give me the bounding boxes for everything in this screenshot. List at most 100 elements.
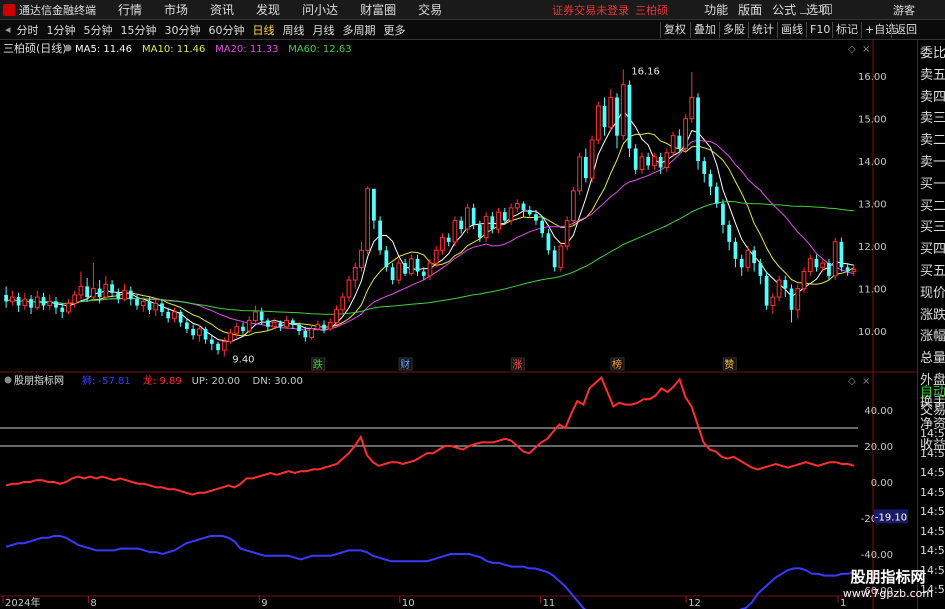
- ma-line-ma20: [5, 139, 855, 331]
- candle-body: [191, 328, 195, 336]
- quote-label-13: 涨幅: [920, 329, 945, 345]
- candle-body: [564, 220, 570, 247]
- main-ytick-label-5: 15.00: [858, 115, 887, 126]
- candle-body: [839, 241, 844, 268]
- candle-body: [78, 285, 84, 296]
- watermark-title: 股朋指标网: [850, 568, 926, 586]
- candle-body: [427, 262, 433, 277]
- candle-body: [620, 84, 626, 137]
- tick-time-5: 14:56: [920, 524, 945, 538]
- candle-body: [452, 220, 458, 243]
- candle-body: [278, 322, 283, 327]
- main-ytick-label-2: 12.00: [858, 242, 887, 253]
- candle-body: [54, 301, 58, 308]
- candle-body: [322, 324, 326, 329]
- candle-body: [639, 156, 645, 171]
- candle-body: [290, 320, 295, 325]
- candle-body: [203, 328, 208, 340]
- ma-line-ma60: [5, 200, 854, 315]
- candle-body: [166, 311, 171, 319]
- candle-body: [259, 311, 264, 321]
- candle-body: [147, 301, 152, 310]
- x-tick-label-5: 12: [688, 598, 701, 609]
- candle-body: [22, 298, 28, 307]
- candle-body: [216, 343, 220, 351]
- tick-time-4: 14:56: [920, 505, 945, 518]
- candle-body: [714, 186, 719, 204]
- candle-body: [185, 322, 189, 329]
- candle-body: [91, 288, 96, 298]
- candle-body: [140, 300, 146, 307]
- candle-body: [595, 105, 601, 141]
- main-legend-title: 三柏硕(日线): [3, 41, 67, 55]
- quote-label-5: 卖一: [920, 155, 945, 170]
- ind-legend-gear-icon: [4, 376, 12, 384]
- candle-body: [60, 307, 65, 312]
- candle-body: [820, 262, 826, 268]
- candle-body: [670, 135, 676, 154]
- candle-body: [408, 258, 414, 275]
- candle-body: [758, 263, 763, 276]
- x-tick-label-1: 8: [90, 598, 96, 609]
- candle-body: [365, 188, 371, 251]
- candle-body: [702, 161, 707, 174]
- ind-ytick-label-0: 40.00: [864, 406, 893, 417]
- candle-body: [415, 258, 420, 272]
- candle-body: [297, 324, 301, 332]
- candle-body: [683, 118, 688, 149]
- candle-body: [384, 250, 389, 268]
- quote-label-9: 买四: [920, 242, 945, 258]
- ma-line-ma5: [5, 109, 855, 343]
- quote-side-panel: 委比 卖五 卖四 卖三 卖二 卖一 买一 买二 买三 买四 买五 现价 涨跌 涨幅 总量 外盘 换手 净资 收益 自动…: [917, 40, 945, 609]
- candle-body: [832, 241, 838, 277]
- candle-body: [246, 319, 252, 332]
- candle-body: [172, 311, 177, 319]
- app-window: 通达信金融终端 行情 市场 资讯 发现 问小达 财富圈 交易 证券交易未登录 三…: [0, 0, 945, 609]
- candle-body: [66, 302, 71, 313]
- ind-legend-1: 龙: 9.89: [143, 374, 182, 387]
- candle-body: [608, 96, 614, 128]
- candle-body: [739, 258, 744, 268]
- candle-body: [446, 237, 451, 242]
- ma-legend-3: MA60: 12.63: [288, 44, 351, 55]
- candle-body: [228, 332, 233, 343]
- ind-diamond-icon: ◇: [848, 376, 856, 387]
- ind-ytick-label-1: 20.00: [864, 442, 893, 453]
- tick-time-2: 14:56: [920, 466, 945, 479]
- chart-area[interactable]: 三柏硕(日线) MA5: 11.46 MA10: 11.46 MA20: 11.33 M…: [0, 0, 917, 609]
- candle-body: [689, 96, 695, 120]
- quote-label-11: 现价: [920, 285, 945, 301]
- main-ytick-label-1: 11.00: [858, 285, 887, 296]
- candle-body: [352, 266, 358, 281]
- candle-body: [440, 237, 445, 251]
- candle-body: [41, 297, 46, 306]
- ma-line-ma10: [5, 132, 855, 337]
- candle-body: [664, 152, 670, 169]
- pane-close-icon: ×: [862, 44, 870, 55]
- candle-body: [814, 258, 819, 268]
- candle-body: [514, 203, 520, 209]
- candle-body: [521, 203, 526, 210]
- signal-badge-text-4: 赞: [724, 358, 734, 371]
- quote-label-0: 委比: [920, 46, 945, 61]
- candle-body: [271, 322, 277, 328]
- candle-body: [241, 326, 245, 332]
- ind-legend-0: 狮: -57.81: [82, 374, 131, 387]
- x-tick-label-4: 11: [543, 598, 556, 609]
- candle-body: [615, 97, 619, 136]
- candle-body: [540, 220, 545, 234]
- candle-body: [34, 296, 40, 309]
- candle-body: [727, 224, 732, 242]
- candle-body: [29, 299, 33, 308]
- candle-body: [359, 249, 364, 268]
- candle-body: [801, 271, 807, 290]
- candle-body: [708, 173, 713, 187]
- candle-body: [110, 284, 114, 293]
- watermark-url: www.7gpzb.com: [842, 587, 934, 600]
- candle-body: [534, 214, 538, 221]
- candle-body: [346, 279, 352, 298]
- candle-body: [770, 296, 776, 307]
- trade-label[interactable]: 交易: [920, 400, 945, 422]
- candle-body: [496, 211, 501, 230]
- ind-ytick-label-2: 0.00: [871, 478, 893, 489]
